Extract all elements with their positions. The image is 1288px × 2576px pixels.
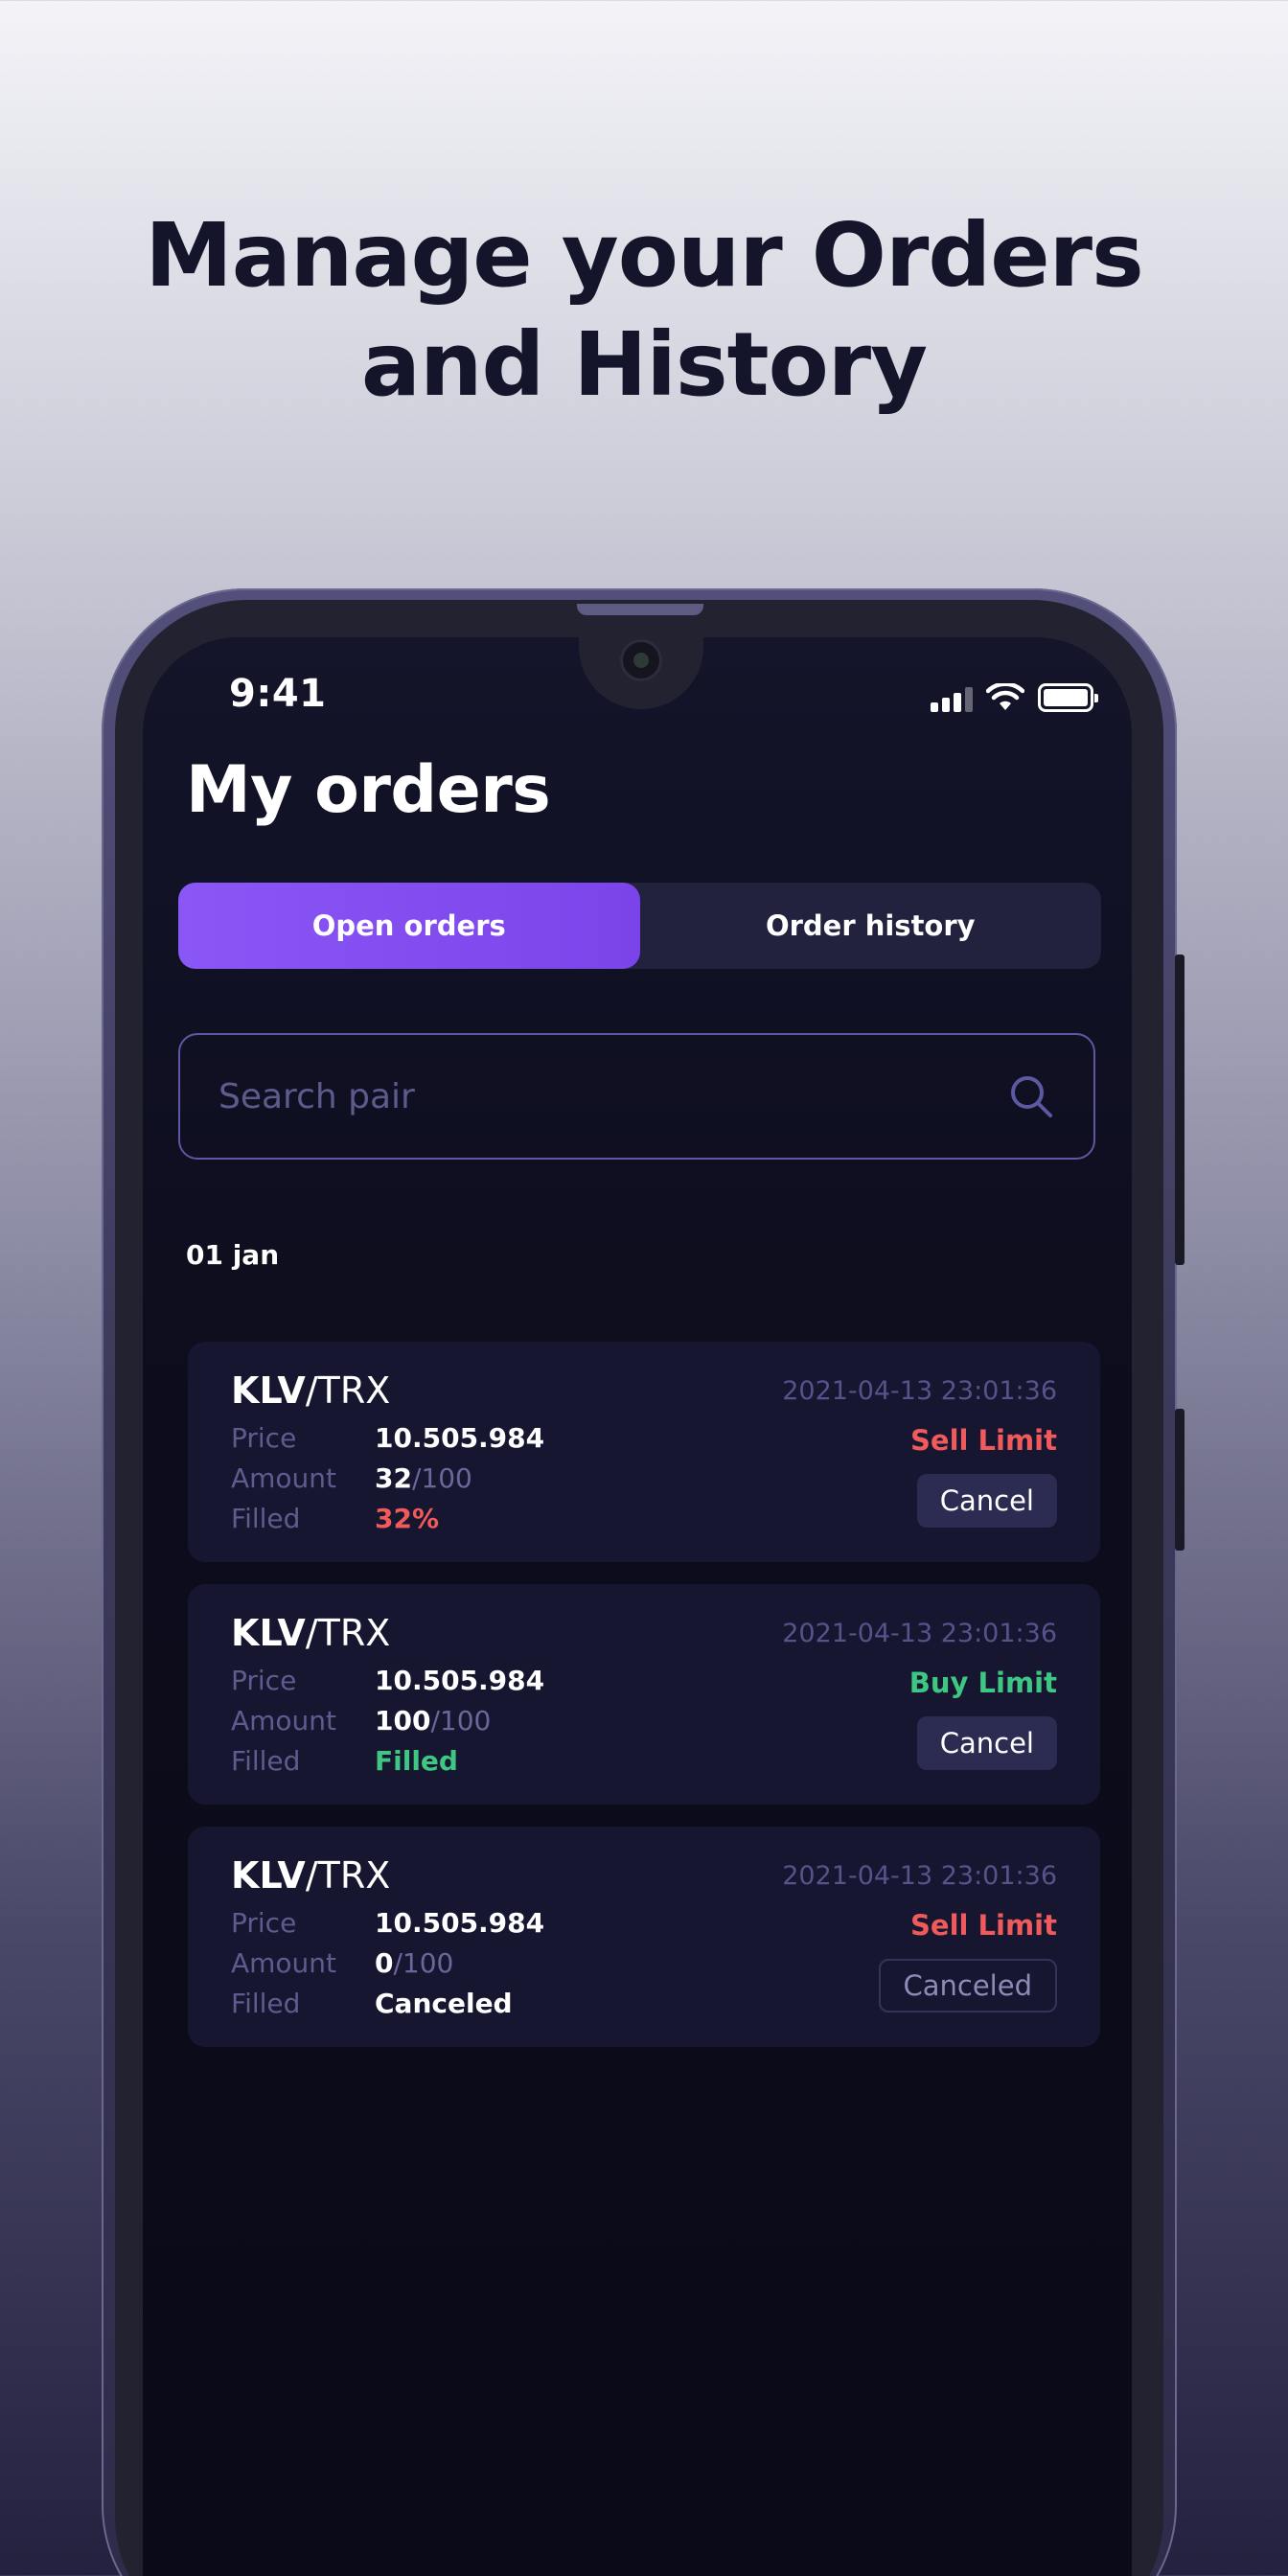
- amount-filled: 100: [375, 1705, 431, 1736]
- order-card: KLV/TRX Price 10.505.984 Amount 100/100 Fi…: [188, 1584, 1100, 1805]
- order-side: Buy Limit: [908, 1667, 1057, 1699]
- order-card: KLV/TRX Price 10.505.984 Amount 32/100 Fil…: [188, 1342, 1100, 1562]
- filled-value: 32%: [375, 1503, 440, 1534]
- camera-icon: [623, 642, 659, 678]
- order-card: KLV/TRX Price 10.505.984 Amount 0/100 Fill…: [188, 1827, 1100, 2047]
- amount-filled: 32: [375, 1462, 412, 1494]
- headline-line-2: and History: [360, 313, 928, 416]
- battery-icon: [1038, 683, 1098, 712]
- speaker-slit: [577, 604, 703, 615]
- order-timestamp: 2021-04-13 23:01:36: [782, 1619, 1057, 1648]
- filled-value: Filled: [375, 1745, 458, 1777]
- search-box: [178, 1033, 1095, 1160]
- price-value: 10.505.984: [375, 1907, 545, 1939]
- filled-label: Filled: [231, 1988, 301, 2019]
- price-label: Price: [231, 1422, 297, 1454]
- wifi-icon: [986, 683, 1024, 710]
- orders-list: KLV/TRX Price 10.505.984 Amount 32/100 Fil…: [188, 1342, 1100, 2069]
- price-value: 10.505.984: [375, 1665, 545, 1696]
- order-tabs: Open orders Order history: [178, 883, 1101, 969]
- pair-quote: /TRX: [305, 1854, 391, 1897]
- cancel-order-button[interactable]: Cancel: [916, 1474, 1057, 1528]
- search-icon[interactable]: [1007, 1072, 1055, 1120]
- amount-label: Amount: [231, 1462, 337, 1494]
- canceled-status-button: Canceled: [878, 1959, 1057, 2012]
- phone-screen: 9:41 My orders Open orders Order history…: [143, 637, 1132, 2576]
- marketing-headline: Manage your Orders and History: [0, 201, 1288, 420]
- amount-filled: 0: [375, 1947, 394, 1979]
- search-input[interactable]: [218, 1076, 1007, 1116]
- pair-base: KLV: [231, 1369, 306, 1412]
- amount-value: 0/100: [375, 1944, 453, 1984]
- amount-total: /100: [430, 1705, 492, 1736]
- price-label: Price: [231, 1665, 297, 1696]
- filled-value: Canceled: [375, 1988, 513, 2019]
- page-title: My orders: [186, 752, 551, 828]
- side-button-lower: [1175, 1409, 1184, 1551]
- side-button-upper: [1175, 954, 1184, 1265]
- amount-total: /100: [411, 1462, 472, 1494]
- filled-label: Filled: [231, 1745, 301, 1777]
- order-side: Sell Limit: [910, 1909, 1057, 1942]
- status-time: 9:41: [229, 672, 327, 716]
- order-side: Sell Limit: [910, 1424, 1057, 1457]
- price-label: Price: [231, 1907, 297, 1939]
- status-icons: [931, 683, 1098, 712]
- price-value: 10.505.984: [375, 1422, 545, 1454]
- amount-value: 32/100: [375, 1459, 472, 1499]
- amount-label: Amount: [231, 1947, 337, 1979]
- cancel-order-button[interactable]: Cancel: [916, 1716, 1057, 1770]
- order-timestamp: 2021-04-13 23:01:36: [782, 1861, 1057, 1891]
- filled-label: Filled: [231, 1503, 301, 1534]
- signal-icon: [931, 687, 973, 712]
- amount-value: 100/100: [375, 1701, 491, 1741]
- pair-quote: /TRX: [305, 1612, 391, 1654]
- tab-open-orders[interactable]: Open orders: [178, 883, 640, 969]
- amount-total: /100: [393, 1947, 454, 1979]
- pair-quote: /TRX: [305, 1369, 391, 1412]
- date-group-label: 01 jan: [186, 1239, 280, 1271]
- order-timestamp: 2021-04-13 23:01:36: [782, 1376, 1057, 1406]
- tab-order-history[interactable]: Order history: [640, 883, 1102, 969]
- pair-base: KLV: [231, 1612, 306, 1654]
- pair-base: KLV: [231, 1854, 306, 1897]
- headline-line-1: Manage your Orders: [145, 204, 1144, 307]
- amount-label: Amount: [231, 1705, 337, 1736]
